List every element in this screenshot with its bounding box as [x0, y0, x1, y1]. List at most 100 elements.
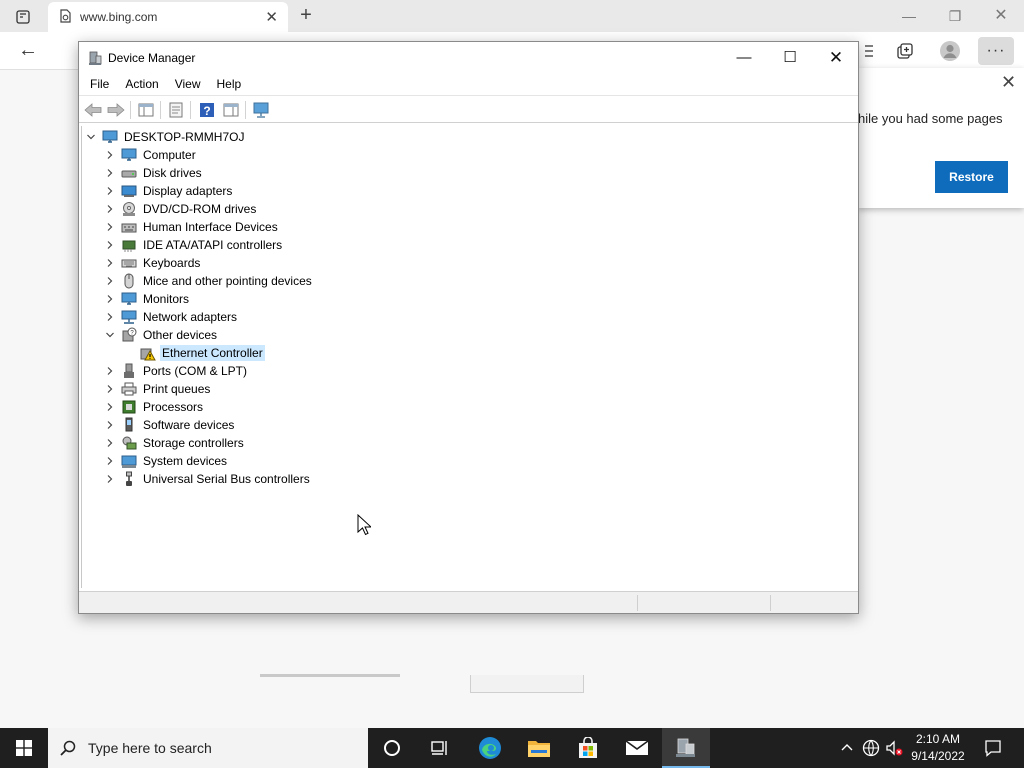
- profile-avatar[interactable]: [938, 40, 962, 62]
- start-button[interactable]: [0, 728, 48, 768]
- tree-item-label: Computer: [143, 148, 196, 162]
- browser-tab[interactable]: www.bing.com ✕: [48, 2, 288, 32]
- browser-back-icon[interactable]: ←: [14, 38, 42, 64]
- tab-close-icon[interactable]: ✕: [265, 8, 278, 26]
- action-pane-icon[interactable]: [221, 100, 241, 120]
- device-manager-taskbar-icon[interactable]: [662, 728, 710, 768]
- tab-actions-icon[interactable]: [8, 6, 38, 28]
- notification-center-icon[interactable]: [976, 728, 1010, 768]
- expand-icon[interactable]: [103, 146, 117, 164]
- tree-item-mice-and-other-pointing-devices[interactable]: Mice and other pointing devices: [103, 272, 314, 290]
- system-device-icon: [121, 453, 137, 469]
- back-icon[interactable]: [83, 100, 103, 120]
- tree-item-label: Software devices: [143, 418, 235, 432]
- browser-close-icon[interactable]: ✕: [978, 2, 1024, 30]
- tree-item-processors[interactable]: Processors: [103, 398, 205, 416]
- restore-button[interactable]: Restore: [935, 161, 1008, 193]
- tree-item-system-devices[interactable]: System devices: [103, 452, 229, 470]
- tree-item-ports-com-lpt[interactable]: Ports (COM & LPT): [103, 362, 249, 380]
- search-icon: [48, 739, 88, 757]
- processor-icon: [121, 399, 137, 415]
- expand-icon[interactable]: [103, 380, 117, 398]
- forward-icon[interactable]: [106, 100, 126, 120]
- tree-item-monitors[interactable]: Monitors: [103, 290, 191, 308]
- maximize-icon[interactable]: ☐: [767, 42, 813, 73]
- tree-item-keyboards[interactable]: Keyboards: [103, 254, 202, 272]
- expand-icon[interactable]: [103, 470, 117, 488]
- tree-item-disk-drives[interactable]: Disk drives: [103, 164, 204, 182]
- minimize-icon[interactable]: —: [721, 42, 767, 73]
- more-options-icon[interactable]: ···: [978, 37, 1014, 65]
- clock-time: 2:10 AM: [915, 732, 961, 746]
- taskbar-search-box[interactable]: Type here to search: [48, 728, 368, 768]
- menu-action[interactable]: Action: [117, 73, 166, 95]
- expand-icon[interactable]: [103, 272, 117, 290]
- tree-item-label: IDE ATA/ATAPI controllers: [143, 238, 283, 252]
- expand-icon[interactable]: [103, 182, 117, 200]
- expand-icon[interactable]: [103, 218, 117, 236]
- tree-item-universal-serial-bus-controllers[interactable]: Universal Serial Bus controllers: [103, 470, 312, 488]
- tree-item-network-adapters[interactable]: Network adapters: [103, 308, 239, 326]
- windows-logo-icon: [16, 740, 32, 756]
- tree-item-other-devices[interactable]: ? Other devices: [103, 326, 219, 344]
- collapse-icon[interactable]: [103, 326, 117, 344]
- expand-icon[interactable]: [103, 254, 117, 272]
- expand-icon[interactable]: [103, 416, 117, 434]
- tree-item-ethernet-controller[interactable]: Ethernet Controller: [122, 344, 265, 362]
- popup-close-icon[interactable]: ✕: [1001, 72, 1016, 93]
- tree-item-human-interface-devices[interactable]: Human Interface Devices: [103, 218, 280, 236]
- browser-tab-bar: www.bing.com ✕ + — ❐ ✕: [0, 0, 1024, 32]
- ide-controller-icon: [121, 237, 137, 253]
- window-titlebar[interactable]: Device Manager — ☐ ✕: [79, 42, 858, 73]
- expand-icon[interactable]: [103, 308, 117, 326]
- tree-item-print-queues[interactable]: Print queues: [103, 380, 212, 398]
- browser-restore-icon[interactable]: ❐: [932, 2, 978, 30]
- toolbar-separator: [190, 101, 191, 119]
- help-icon[interactable]: ?: [197, 100, 217, 120]
- expand-icon[interactable]: [103, 164, 117, 182]
- volume-muted-icon[interactable]: [885, 739, 903, 757]
- tree-item-ide-ata-atapi-controllers[interactable]: IDE ATA/ATAPI controllers: [103, 236, 284, 254]
- collections-icon[interactable]: [893, 40, 917, 62]
- task-view-icon[interactable]: [416, 728, 464, 768]
- tree-item-display-adapters[interactable]: Display adapters: [103, 182, 234, 200]
- expand-icon[interactable]: [103, 362, 117, 380]
- expand-icon[interactable]: [103, 290, 117, 308]
- menu-view[interactable]: View: [167, 73, 209, 95]
- tree-item-dvd-cd-rom-drives[interactable]: DVD/CD-ROM drives: [103, 200, 258, 218]
- port-icon: [121, 363, 137, 379]
- file-explorer-icon[interactable]: [515, 728, 563, 768]
- tree-item-software-devices[interactable]: Software devices: [103, 416, 236, 434]
- network-adapter-icon: [121, 309, 137, 325]
- tree-item-storage-controllers[interactable]: Storage controllers: [103, 434, 246, 452]
- collapse-icon[interactable]: [84, 128, 98, 146]
- expand-icon[interactable]: [103, 434, 117, 452]
- menu-file[interactable]: File: [82, 73, 117, 95]
- tree-root[interactable]: DESKTOP-RMMH7OJ: [84, 128, 246, 146]
- printer-icon: [121, 381, 137, 397]
- cortana-icon[interactable]: [368, 728, 416, 768]
- browser-minimize-icon[interactable]: —: [886, 2, 932, 30]
- expand-icon[interactable]: [103, 452, 117, 470]
- expand-icon[interactable]: [103, 200, 117, 218]
- tree-item-computer[interactable]: Computer: [103, 146, 198, 164]
- computer-icon: [102, 129, 118, 145]
- clock-date: 9/14/2022: [911, 749, 965, 763]
- network-icon[interactable]: [862, 739, 880, 757]
- menu-help[interactable]: Help: [209, 73, 250, 95]
- system-clock[interactable]: 2:10 AM 9/14/2022: [904, 731, 972, 765]
- store-icon[interactable]: [564, 728, 612, 768]
- new-tab-icon[interactable]: +: [294, 4, 318, 28]
- expand-icon[interactable]: [103, 398, 117, 416]
- show-hide-console-tree-icon[interactable]: [136, 100, 156, 120]
- restore-pages-popup: hile you had some pages ✕ Restore: [858, 68, 1024, 208]
- close-icon[interactable]: ✕: [813, 42, 859, 73]
- show-hidden-icons-icon[interactable]: [839, 740, 855, 756]
- mail-icon[interactable]: [613, 728, 661, 768]
- edge-icon[interactable]: [466, 728, 514, 768]
- tree-item-label: Storage controllers: [143, 436, 244, 450]
- device-manager-icon: [87, 50, 103, 66]
- properties-icon[interactable]: [166, 100, 186, 120]
- scan-hardware-icon[interactable]: [251, 100, 271, 120]
- expand-icon[interactable]: [103, 236, 117, 254]
